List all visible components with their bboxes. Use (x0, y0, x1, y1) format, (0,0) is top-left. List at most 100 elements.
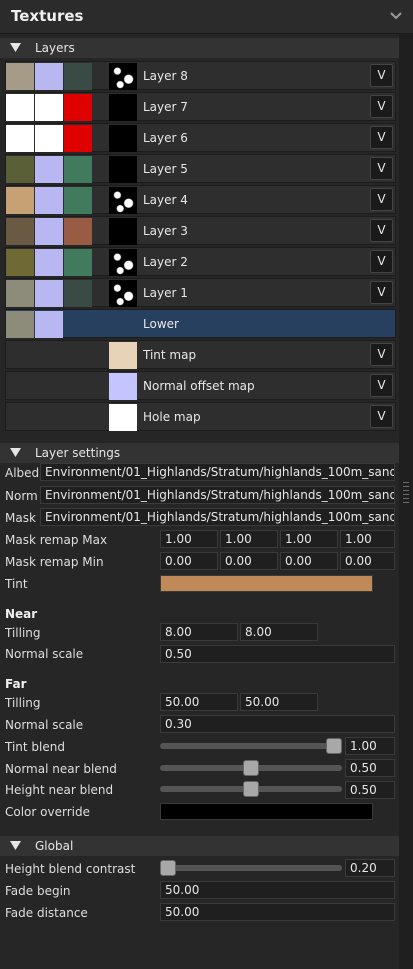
global-section-header[interactable]: Global (0, 836, 399, 856)
hole-map-row[interactable]: Hole map V (5, 402, 396, 431)
layer-name: Layer 5 (143, 162, 188, 176)
normal-thumb (35, 187, 63, 214)
layer-settings-label: Layer settings (35, 446, 121, 460)
normal-thumb (35, 156, 63, 183)
mask-path-field[interactable]: Environment/01_Highlands/Stratum/highlan… (40, 508, 395, 526)
mask-remap-min-label: Mask remap Min (5, 555, 104, 569)
fade-distance-label: Fade distance (5, 906, 88, 920)
near-tilling-y-field[interactable]: 8.00 (240, 623, 318, 641)
mask-remap-min-g[interactable]: 0.00 (220, 552, 278, 570)
albedo-thumb (6, 218, 34, 245)
fade-distance-field[interactable]: 50.00 (160, 903, 395, 921)
normal-label: Norm (5, 489, 38, 503)
scrollbar-grip[interactable] (403, 482, 409, 504)
layer-v-button[interactable]: V (370, 250, 393, 273)
color-override-swatch[interactable] (160, 803, 373, 820)
near-tilling-x-field[interactable]: 8.00 (160, 623, 238, 641)
layer-row[interactable]: Layer 7 V (5, 92, 396, 121)
height-near-blend-field[interactable]: 0.50 (345, 781, 395, 799)
layer-v-button[interactable]: V (370, 157, 393, 180)
albedo-path-field[interactable]: Environment/01_Highlands/Stratum/highlan… (40, 463, 395, 481)
detail-thumb (109, 218, 137, 245)
layer-v-button[interactable]: V (370, 188, 393, 211)
layer-settings-section-header[interactable]: Layer settings (0, 443, 399, 463)
mask-thumb (64, 94, 92, 121)
tint-blend-field[interactable]: 1.00 (345, 737, 395, 755)
fade-begin-label: Fade begin (5, 884, 71, 898)
far-normal-scale-field[interactable]: 0.30 (160, 715, 395, 733)
map-name: Hole map (143, 410, 201, 424)
layer-v-button[interactable]: V (370, 126, 393, 149)
near-normal-scale-field[interactable]: 0.50 (160, 645, 395, 663)
layer-name: Layer 1 (143, 286, 188, 300)
normal-path-field[interactable]: Environment/01_Highlands/Stratum/highlan… (40, 486, 395, 504)
mask-thumb (64, 125, 92, 152)
albedo-thumb (6, 63, 34, 90)
detail-thumb (109, 280, 137, 307)
layer-name: Lower (143, 317, 179, 331)
normal-offset-map-thumb (109, 373, 137, 400)
mask-remap-max-g[interactable]: 1.00 (220, 530, 278, 548)
layer-row[interactable]: Layer 4 V (5, 185, 396, 214)
far-tilling-x-field[interactable]: 50.00 (160, 693, 238, 711)
tint-blend-label: Tint blend (5, 740, 65, 754)
layer-row[interactable]: Layer 3 V (5, 216, 396, 245)
layer-row-lower[interactable]: Lower (5, 309, 396, 338)
mask-remap-max-a[interactable]: 1.00 (340, 530, 395, 548)
layers-section-header[interactable]: Layers (0, 38, 399, 58)
height-blend-contrast-slider-knob[interactable] (160, 860, 176, 876)
mask-remap-min-a[interactable]: 0.00 (340, 552, 395, 570)
layer-row[interactable]: Layer 2 V (5, 247, 396, 276)
albedo-thumb (6, 187, 34, 214)
map-name: Tint map (143, 348, 197, 362)
tint-color-swatch[interactable] (160, 575, 373, 592)
detail-thumb (109, 249, 137, 276)
layer-v-button[interactable]: V (370, 95, 393, 118)
height-near-blend-slider-knob[interactable] (243, 781, 259, 797)
chevron-down-icon[interactable] (389, 8, 403, 22)
normal-offset-map-row[interactable]: Normal offset map V (5, 371, 396, 400)
triangle-down-icon (10, 841, 21, 850)
normal-near-blend-slider-knob[interactable] (243, 760, 259, 776)
layer-row[interactable]: Layer 5 V (5, 154, 396, 183)
albedo-thumb (6, 125, 34, 152)
normal-near-blend-field[interactable]: 0.50 (345, 759, 395, 777)
far-normal-scale-label: Normal scale (5, 718, 84, 732)
far-tilling-y-field[interactable]: 50.00 (240, 693, 318, 711)
mask-thumb (64, 156, 92, 183)
mask-remap-max-b[interactable]: 1.00 (280, 530, 338, 548)
height-blend-contrast-field[interactable]: 0.20 (345, 859, 395, 877)
layer-name: Layer 3 (143, 224, 188, 238)
near-heading: Near (5, 607, 38, 621)
lower-normal-thumb (35, 311, 63, 338)
tint-map-row[interactable]: Tint map V (5, 340, 396, 369)
layer-name: Layer 8 (143, 69, 188, 83)
mask-remap-min-r[interactable]: 0.00 (160, 552, 218, 570)
albedo-thumb (6, 94, 34, 121)
normal-near-blend-label: Normal near blend (5, 762, 117, 776)
normal-offset-map-v-button[interactable]: V (370, 374, 393, 397)
tint-map-v-button[interactable]: V (370, 343, 393, 366)
tint-blend-slider-knob[interactable] (326, 738, 342, 754)
height-near-blend-label: Height near blend (5, 783, 114, 797)
height-blend-contrast-slider-track[interactable] (160, 865, 342, 871)
layer-v-button[interactable]: V (370, 281, 393, 304)
normal-thumb (35, 125, 63, 152)
albedo-label: Albed (5, 466, 40, 480)
hole-map-v-button[interactable]: V (370, 405, 393, 428)
layer-row[interactable]: Layer 6 V (5, 123, 396, 152)
layer-row[interactable]: Layer 1 V (5, 278, 396, 307)
tint-label: Tint (5, 577, 28, 591)
normal-thumb (35, 249, 63, 276)
layer-v-button[interactable]: V (370, 64, 393, 87)
mask-remap-min-b[interactable]: 0.00 (280, 552, 338, 570)
tint-blend-slider-track[interactable] (160, 743, 342, 749)
layer-v-button[interactable]: V (370, 219, 393, 242)
layer-row[interactable]: Layer 8 V (5, 61, 396, 90)
fade-begin-field[interactable]: 50.00 (160, 881, 395, 899)
mask-thumb (64, 187, 92, 214)
normal-thumb (35, 63, 63, 90)
height-blend-contrast-label: Height blend contrast (5, 862, 136, 876)
mask-remap-max-r[interactable]: 1.00 (160, 530, 218, 548)
near-tilling-label: Tilling (5, 626, 41, 640)
